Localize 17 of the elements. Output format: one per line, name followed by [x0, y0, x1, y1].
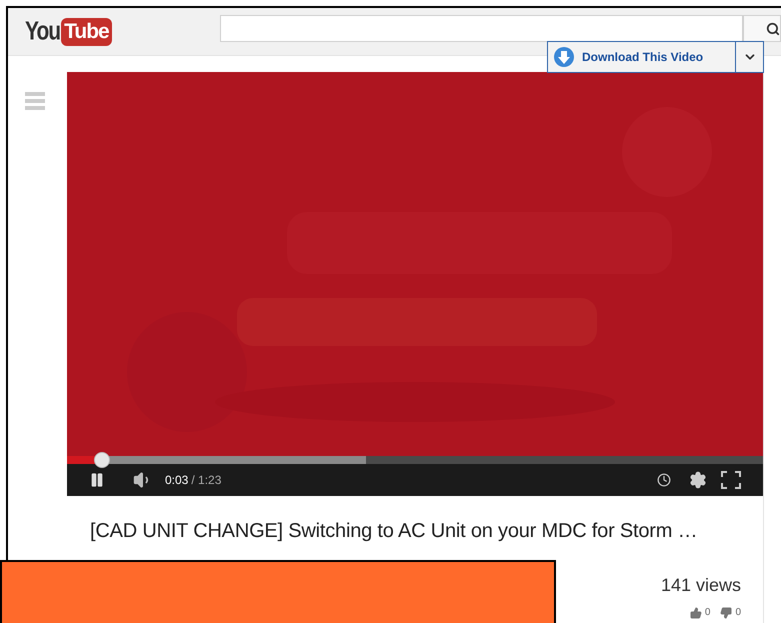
video-title: [CAD UNIT CHANGE] Switching to AC Unit on your MDC for Storm …	[89, 519, 698, 544]
like-count: 0	[704, 606, 710, 620]
download-button[interactable]: Download This Video	[547, 41, 764, 73]
current-time: 0:03	[165, 472, 188, 489]
thumbs-up-icon[interactable]	[690, 606, 702, 618]
thumbs-down-icon[interactable]	[720, 606, 732, 618]
clock-icon[interactable]	[657, 473, 671, 487]
search-field[interactable]	[220, 15, 743, 42]
pause-icon[interactable]	[89, 472, 105, 488]
view-count: 141 views	[660, 574, 741, 597]
fullscreen-icon[interactable]	[721, 471, 741, 489]
search-button[interactable]	[743, 15, 781, 42]
duration: / 1:23	[191, 472, 222, 489]
dislike-count: 0	[735, 606, 741, 620]
settings-icon[interactable]	[689, 471, 707, 489]
download-icon	[554, 47, 574, 67]
search-icon	[766, 22, 780, 36]
